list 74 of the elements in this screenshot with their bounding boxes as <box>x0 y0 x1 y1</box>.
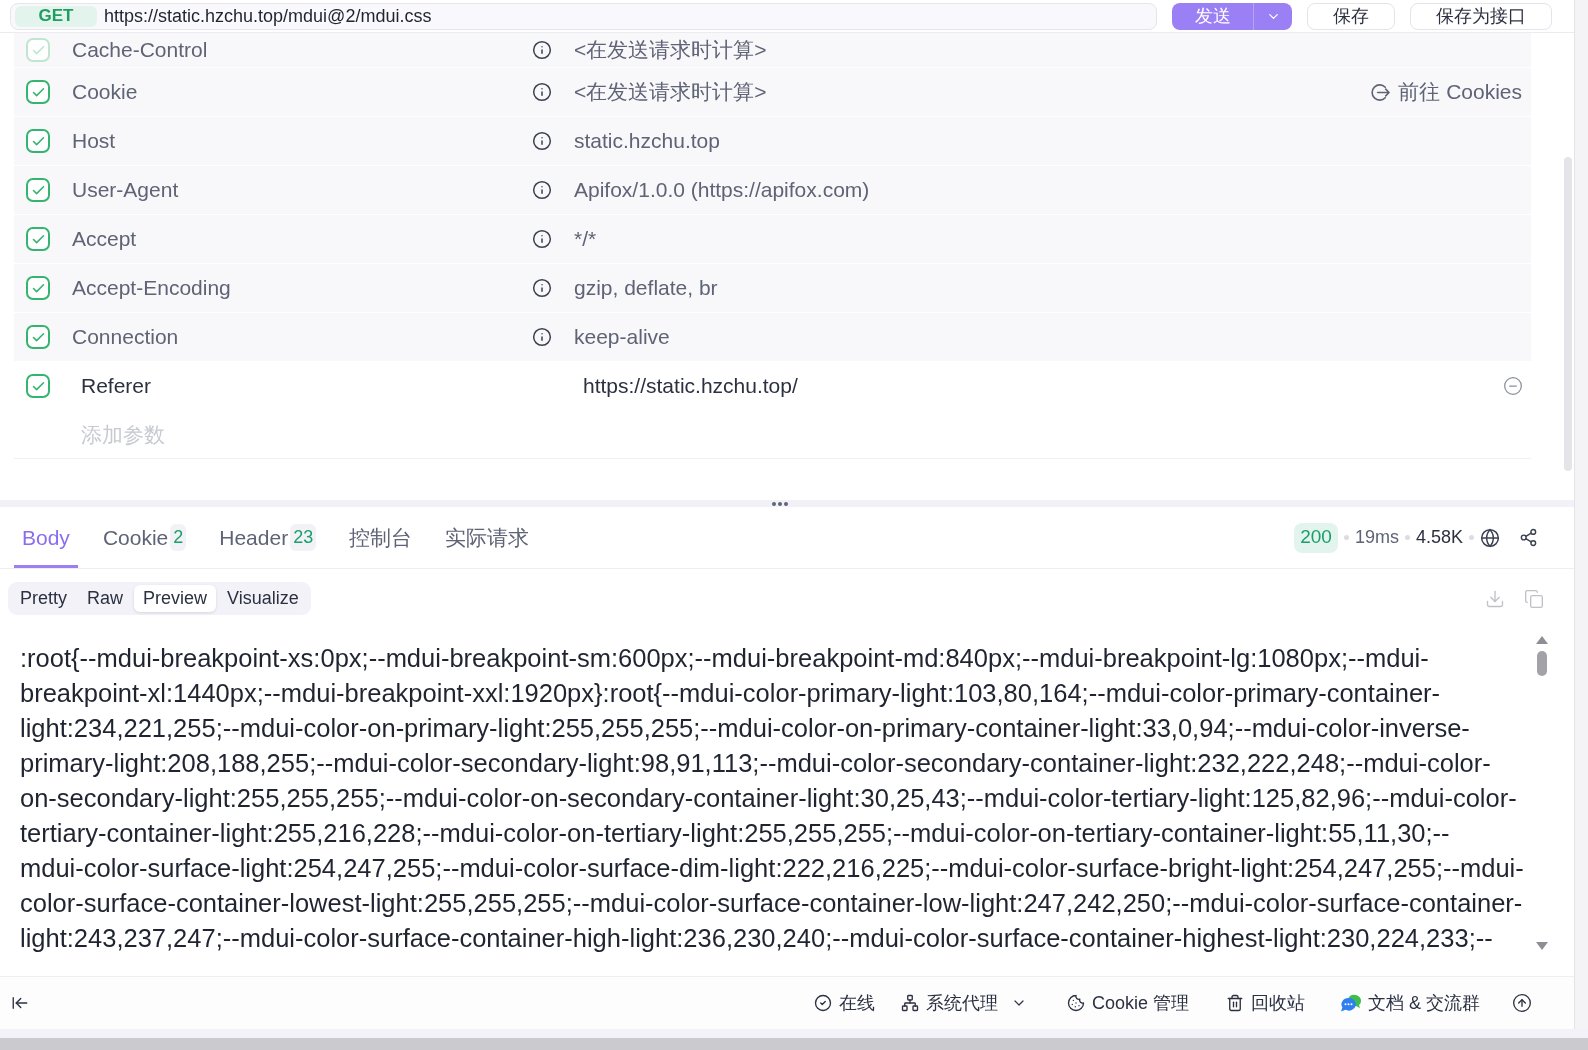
drag-handle-icon <box>772 501 788 506</box>
circle-arrow-icon <box>1371 82 1391 102</box>
send-options-button[interactable] <box>1253 2 1292 30</box>
info-icon[interactable] <box>532 327 552 347</box>
header-value: keep-alive <box>574 324 670 351</box>
status-bar-item[interactable]: 在线 <box>813 989 875 1017</box>
view-mode-tab[interactable]: Pretty <box>11 585 76 612</box>
response-tab[interactable]: Cookie 2 <box>94 507 195 568</box>
status-code: 200 <box>1294 522 1338 553</box>
check-circle-icon <box>813 994 832 1012</box>
remove-icon[interactable] <box>1503 376 1523 396</box>
header-name: Host <box>72 128 117 155</box>
header-name[interactable]: Referer <box>81 370 541 402</box>
copy-icon[interactable] <box>1524 588 1544 609</box>
tab-count: 23 <box>290 524 317 551</box>
url-input-bar[interactable]: GET https://static.hzchu.top/mdui@2/mdui.css <box>10 2 1157 30</box>
trash-icon <box>1226 994 1244 1012</box>
header-value: static.hzchu.top <box>574 128 720 155</box>
info-icon[interactable] <box>532 278 552 298</box>
network-icon <box>900 994 919 1012</box>
header-value: gzip, deflate, br <box>574 275 718 302</box>
status-bar-item[interactable]: 回收站 <box>1226 989 1305 1017</box>
scroll-down-icon[interactable] <box>1536 942 1548 950</box>
status-bar-item[interactable]: 文档 & 交流群 <box>1341 989 1480 1017</box>
info-icon[interactable] <box>532 40 552 60</box>
cookie-icon <box>1066 994 1085 1012</box>
view-mode-tab[interactable]: Visualize <box>218 585 308 612</box>
header-name: Connection <box>72 324 180 351</box>
response-time: 19ms <box>1354 526 1399 549</box>
header-value: <在发送请求时计算> <box>574 37 767 64</box>
save-as-button[interactable]: 保存为接口 <box>1410 2 1552 30</box>
url-field[interactable]: https://static.hzchu.top/mdui@2/mdui.css <box>104 3 1156 29</box>
share-icon[interactable] <box>1519 528 1538 547</box>
header-name: Cookie <box>72 79 139 106</box>
checkbox[interactable] <box>26 374 50 398</box>
response-tab[interactable]: 实际请求 <box>437 507 538 568</box>
tab-count: 2 <box>170 524 187 551</box>
response-size: 4.58K <box>1415 526 1463 549</box>
header-value[interactable]: https://static.hzchu.top/ <box>583 370 798 402</box>
header-value: <在发送请求时计算> <box>574 79 767 106</box>
status-bar-item[interactable]: 系统代理 <box>900 989 1027 1017</box>
checkbox[interactable] <box>26 80 50 104</box>
scrollbar-thumb[interactable] <box>1537 651 1547 676</box>
response-body-text: :root{--mdui-breakpoint-xs:0px;--mdui-breakpoint-sm:600px;--mdui-breakpoint-md:840px;--mdui-breakpoint-lg:1080px;--mdui- breakpoint-xl:1440px;--mdui-breakpoint-xxl:1920px}:root{--mdui-color-primary-light:103,80,164;--mdui-color-primary-container- light:234,221,255;--mdui-color-on-primary-light:255,255,255;--mdui-color-on-primary-container-light:33,0,94;--mdui-color-inverse- primary-light:208,188,255;--mdui-color-secondary-light:98,91,113;--mdui-color-secondary-container-light:232,222,248;--mdui-color- on-secondary-light:255,255,255;--mdui-color-on-secondary-container-light:30,25,43;--mdui-color-tertiary-light:125,82,96;--mdui-color- tertiary-container-light:255,216,228;--mdui-color-on-tertiary-light:255,255,255;--mdui-color-on-tertiary-container-light:55,11,30;-- mdui-color-surface-light:254,247,255;--mdui-color-surface-dim-light:222,216,225;--mdui-color-surface-bright-light:254,247,255;--mdui- color-surface-container-lowest-light:255,255,255;--mdui-color-surface-container-low-light:247,242,250;--mdui-color-surface-container- light:243,237,247;--mdui-color-surface-container-high-light:236,230,240;--mdui-color-surface-container-highest-light:230,224,233;-- <box>20 643 1524 954</box>
checkbox[interactable] <box>26 178 50 202</box>
header-value: */* <box>574 226 597 253</box>
header-name: Cache-Control <box>72 37 209 64</box>
header-name: User-Agent <box>72 177 180 204</box>
info-icon[interactable] <box>532 180 552 200</box>
arrow-up-circle-icon[interactable] <box>1512 993 1532 1013</box>
info-icon[interactable] <box>532 229 552 249</box>
view-mode-tab[interactable]: Raw <box>78 585 133 612</box>
info-icon[interactable] <box>532 131 552 151</box>
scroll-up-icon[interactable] <box>1536 636 1548 644</box>
response-tab[interactable]: Header 23 <box>211 507 325 568</box>
globe-icon[interactable] <box>1480 527 1500 548</box>
status-bar-item[interactable]: Cookie 管理 <box>1066 989 1189 1017</box>
checkbox[interactable] <box>26 325 50 349</box>
header-name: Accept <box>72 226 138 253</box>
checkbox[interactable] <box>26 227 50 251</box>
header-name: Accept-Encoding <box>72 275 232 302</box>
checkbox[interactable] <box>26 129 50 153</box>
header-value: Apifox/1.0.0 (https://apifox.com) <box>574 177 870 204</box>
cookies-link[interactable]: 前往 Cookies <box>1371 76 1522 108</box>
info-icon[interactable] <box>532 82 552 102</box>
collapse-sidebar-icon[interactable] <box>11 994 29 1012</box>
chat-bubble-icon <box>1341 994 1361 1012</box>
response-tab[interactable]: Body <box>14 507 78 568</box>
checkbox[interactable] <box>26 276 50 300</box>
download-icon[interactable] <box>1485 588 1505 609</box>
scrollbar-thumb[interactable] <box>1564 157 1572 471</box>
view-mode-tab[interactable]: Preview <box>134 585 217 612</box>
response-tab[interactable]: 控制台 <box>341 507 421 568</box>
save-button[interactable]: 保存 <box>1307 2 1395 30</box>
